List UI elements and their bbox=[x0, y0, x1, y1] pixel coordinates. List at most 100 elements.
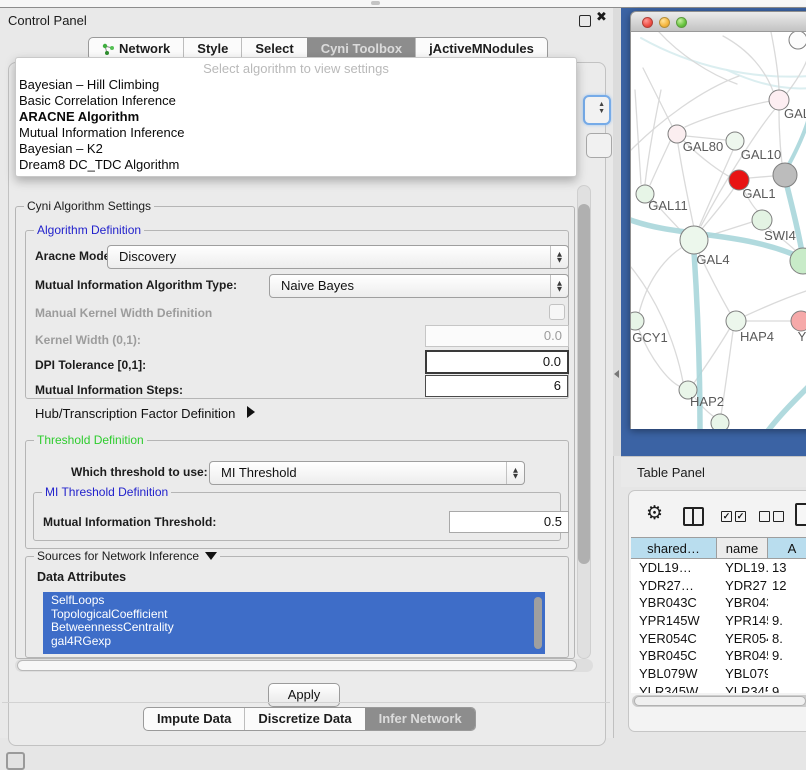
network-node[interactable] bbox=[752, 210, 772, 230]
zoom-traffic-light[interactable] bbox=[676, 17, 687, 28]
node-label: GAL11 bbox=[648, 198, 688, 213]
data-attributes-list[interactable]: SelfLoopsTopologicalCoefficientBetweenne… bbox=[43, 592, 545, 654]
dropdown-item[interactable]: Bayesian – K2 bbox=[19, 141, 576, 157]
settings-vertical-scrollbar-thumb[interactable] bbox=[578, 204, 590, 564]
column-header[interactable]: A bbox=[768, 537, 806, 559]
columns-icon[interactable] bbox=[683, 507, 704, 526]
table-cell[interactable]: YBR043C bbox=[631, 594, 717, 612]
network-edge bbox=[701, 109, 775, 226]
table-cell[interactable]: YDR27… bbox=[631, 577, 717, 595]
table-row[interactable]: YER054CYER054C8. bbox=[631, 630, 806, 648]
resize-grip bbox=[371, 1, 380, 5]
dropdown-item[interactable]: Bayesian – Hill Climbing bbox=[19, 77, 576, 93]
mi-steps-field[interactable]: 6 bbox=[425, 375, 568, 397]
unchecked-box-icon[interactable] bbox=[773, 511, 784, 522]
tab-impute-data[interactable]: Impute Data bbox=[144, 708, 244, 730]
close-traffic-light[interactable] bbox=[642, 17, 653, 28]
aracne-mode-select[interactable]: Discovery ▲▼ bbox=[107, 245, 569, 269]
hub-definition-toggle[interactable]: Hub/Transcription Factor Definition bbox=[35, 406, 255, 421]
attribute-item[interactable]: SelfLoops bbox=[51, 594, 545, 608]
table-cell[interactable]: YBR045C bbox=[631, 647, 717, 665]
apply-button[interactable]: Apply bbox=[268, 683, 340, 707]
dropdown-item[interactable]: ARACNE Algorithm bbox=[19, 109, 576, 125]
table-cell[interactable]: YPR145W bbox=[631, 612, 717, 630]
table-cell[interactable]: YLR345W bbox=[631, 683, 717, 693]
checked-box-icon[interactable]: ✓ bbox=[735, 511, 746, 522]
table-row[interactable]: YLR345WYLR345W9. bbox=[631, 683, 806, 693]
table-cell[interactable]: YBR043C bbox=[717, 594, 768, 612]
column-header[interactable]: shared… bbox=[631, 537, 717, 559]
table-cell[interactable]: 9. bbox=[768, 612, 806, 630]
table-cell[interactable]: 12 bbox=[768, 577, 806, 595]
tab-infer-network[interactable]: Infer Network bbox=[365, 708, 475, 730]
table-cell[interactable]: YER054C bbox=[717, 630, 768, 648]
dropdown-item[interactable]: Dream8 DC_TDC Algorithm bbox=[19, 157, 576, 173]
column-header[interactable]: name bbox=[717, 537, 768, 559]
minimize-traffic-light[interactable] bbox=[659, 17, 670, 28]
which-threshold-select[interactable]: MI Threshold ▲▼ bbox=[209, 461, 525, 485]
network-edge bbox=[678, 144, 694, 228]
attribute-item[interactable]: gal4RGexp bbox=[51, 635, 545, 649]
network-window[interactable]: GALGAL80GAL10GAL1GAL11SWI4GAL4GCY1HAP4YH… bbox=[630, 11, 806, 429]
table-row[interactable]: YDR27…YDR27…12 bbox=[631, 577, 806, 595]
network-node[interactable] bbox=[773, 163, 797, 187]
panel-dock-icon[interactable] bbox=[6, 752, 25, 770]
table-cell[interactable]: 9. bbox=[768, 647, 806, 665]
page-icon[interactable] bbox=[795, 503, 806, 526]
manual-kernel-checkbox[interactable] bbox=[549, 304, 565, 320]
table-cell[interactable]: 8. bbox=[768, 630, 806, 648]
table-cell[interactable]: YDL19… bbox=[631, 559, 717, 577]
node-label: Y bbox=[798, 329, 806, 344]
dropdown-item[interactable]: Basic Correlation Inference bbox=[19, 93, 576, 109]
mi-algorithm-type-select[interactable]: Naive Bayes ▲▼ bbox=[269, 274, 569, 298]
table-cell[interactable]: YBL079W bbox=[717, 665, 768, 683]
network-node[interactable] bbox=[631, 312, 644, 330]
table-cell[interactable] bbox=[768, 594, 806, 612]
table-cell[interactable]: 13 bbox=[768, 559, 806, 577]
network-canvas[interactable]: GALGAL80GAL10GAL1GAL11SWI4GAL4GCY1HAP4YH… bbox=[630, 32, 806, 429]
table-row[interactable]: YBR045CYBR045C9. bbox=[631, 647, 806, 665]
table-cell[interactable]: YER054C bbox=[631, 630, 717, 648]
table-row[interactable]: YBR043CYBR043C bbox=[631, 594, 806, 612]
network-graph: GALGAL80GAL10GAL1GAL11SWI4GAL4GCY1HAP4YH… bbox=[631, 32, 806, 429]
close-icon[interactable]: ✖ bbox=[596, 10, 607, 25]
unchecked-box-icon[interactable] bbox=[759, 511, 770, 522]
attributes-scrollbar[interactable] bbox=[534, 597, 542, 649]
attribute-item[interactable]: BetweennessCentrality bbox=[51, 621, 545, 635]
checked-box-icon[interactable]: ✓ bbox=[721, 511, 732, 522]
network-node[interactable] bbox=[791, 311, 806, 331]
float-window-icon[interactable] bbox=[579, 15, 591, 27]
network-node[interactable] bbox=[789, 32, 806, 49]
table-cell[interactable]: YLR345W bbox=[717, 683, 768, 693]
node-label: HAP4 bbox=[740, 329, 774, 344]
table-cell[interactable]: YBL079W bbox=[631, 665, 717, 683]
table-horizontal-scrollbar-thumb[interactable] bbox=[634, 696, 806, 706]
table-row[interactable]: YPR145WYPR145W9. bbox=[631, 612, 806, 630]
dropdown-item[interactable]: Mutual Information Inference bbox=[19, 125, 576, 141]
table-cell[interactable]: YPR145W bbox=[717, 612, 768, 630]
network-node[interactable] bbox=[726, 311, 746, 331]
divider-collapse-arrow-icon[interactable] bbox=[614, 370, 619, 378]
table-cell[interactable]: YDR27… bbox=[717, 577, 768, 595]
tab-discretize-data[interactable]: Discretize Data bbox=[244, 708, 364, 730]
table-row[interactable]: YBL079WYBL079W bbox=[631, 665, 806, 683]
network-node[interactable] bbox=[680, 226, 708, 254]
table-panel-header: Table Panel bbox=[621, 456, 806, 487]
table-cell[interactable]: 9. bbox=[768, 683, 806, 693]
attribute-item[interactable]: TopologicalCoefficient bbox=[51, 608, 545, 622]
table-cell[interactable]: YDL19… bbox=[717, 559, 768, 577]
network-node[interactable] bbox=[711, 414, 729, 429]
table-cell[interactable]: YBR045C bbox=[717, 647, 768, 665]
hidden-button-fragment bbox=[586, 133, 612, 158]
table-row[interactable]: YDL19…YDL19…13 bbox=[631, 559, 806, 577]
network-window-titlebar[interactable] bbox=[630, 11, 806, 32]
mi-threshold-field[interactable]: 0.5 bbox=[449, 511, 569, 533]
dpi-tolerance-field[interactable]: 0.0 bbox=[425, 350, 569, 374]
table-cell[interactable] bbox=[768, 665, 806, 683]
panel-divider[interactable] bbox=[613, 8, 621, 456]
group-title[interactable]: Sources for Network Inference bbox=[34, 549, 220, 563]
gear-icon[interactable]: ⚙ bbox=[646, 504, 663, 523]
network-edge bbox=[659, 32, 737, 84]
kernel-width-field[interactable]: 0.0 bbox=[425, 325, 569, 347]
settings-horizontal-scrollbar-thumb[interactable] bbox=[17, 660, 577, 671]
